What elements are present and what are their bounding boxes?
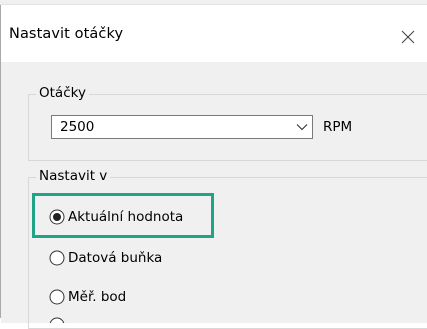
rpm-select[interactable]: 2500 xyxy=(51,115,313,139)
set-rpm-dialog: Nastavit otáčky Otáčky 2500 RPM Nastavit… xyxy=(0,5,427,329)
rpm-unit-label: RPM xyxy=(323,119,353,135)
radio-unselected-icon xyxy=(49,289,65,305)
radio-current-value[interactable]: Aktuální hodnota xyxy=(49,208,219,228)
radio-selected-icon xyxy=(49,209,65,225)
rpm-select-value: 2500 xyxy=(60,119,95,135)
radio-data-cell-label: Datová buňka xyxy=(68,250,163,266)
close-button[interactable] xyxy=(399,28,417,46)
radio-current-value-label: Aktuální hodnota xyxy=(68,209,184,225)
dialog-title: Nastavit otáčky xyxy=(9,26,124,42)
radio-measurement-point[interactable]: Měř. bod xyxy=(49,288,169,308)
close-icon xyxy=(401,30,415,44)
radio-measurement-point-label: Měř. bod xyxy=(68,289,127,305)
radio-data-cell[interactable]: Datová buňka xyxy=(49,249,189,269)
dialog-content: Otáčky 2500 RPM Nastavit v Aktuální hodn… xyxy=(1,62,427,329)
radio-unselected-icon xyxy=(49,250,65,266)
rpm-group-label: Otáčky xyxy=(36,85,89,101)
set-in-group-label: Nastavit v xyxy=(36,168,111,184)
radio-partially-visible[interactable] xyxy=(49,316,79,323)
chevron-down-icon xyxy=(296,124,308,131)
